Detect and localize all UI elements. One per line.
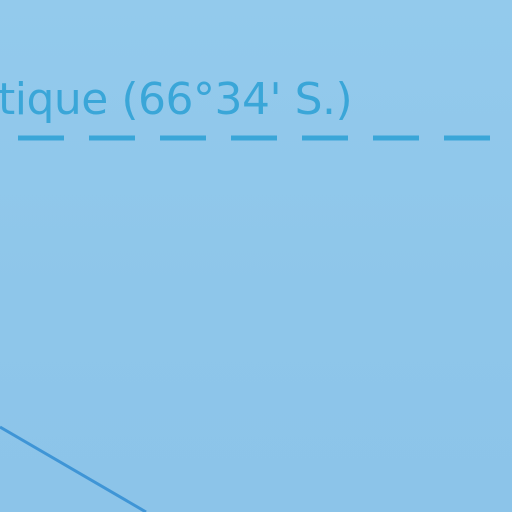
map-lines: [0, 135, 512, 512]
boundary-line: [0, 425, 147, 512]
